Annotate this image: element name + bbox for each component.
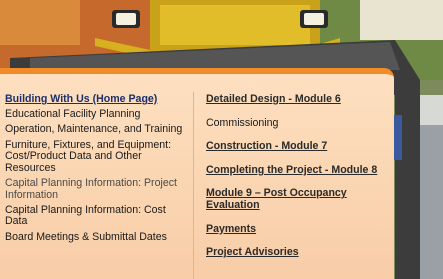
nav-link-project-advisories[interactable]: Project Advisories — [206, 247, 392, 259]
nav-link-detailed-design[interactable]: Detailed Design - Module 6 — [206, 93, 392, 106]
left-nav-column: Building With Us (Home Page) Educational… — [5, 93, 190, 247]
nav-link-furniture-fixtures-equipment[interactable]: Furniture, Fixtures, and Equipment: Cost… — [5, 139, 190, 175]
nav-link-commissioning[interactable]: Commissioning — [206, 117, 392, 130]
nav-link-construction[interactable]: Construction - Module 7 — [206, 141, 392, 153]
nav-link-board-meetings[interactable]: Board Meetings & Submittal Dates — [5, 231, 190, 244]
nav-link-completing-project[interactable]: Completing the Project - Module 8 — [206, 164, 392, 177]
nav-link-capital-planning-cost-data[interactable]: Capital Planning Information: Cost Data — [5, 204, 190, 228]
nav-link-operation-maintenance-training[interactable]: Operation, Maintenance, and Training — [5, 124, 190, 136]
column-divider — [193, 92, 194, 279]
nav-link-home[interactable]: Building With Us (Home Page) — [5, 93, 190, 106]
nav-link-payments[interactable]: Payments — [206, 223, 392, 236]
nav-link-capital-planning-project-info[interactable]: Capital Planning Information: Project In… — [5, 177, 190, 201]
nav-link-educational-facility-planning[interactable]: Educational Facility Planning — [5, 109, 190, 121]
navigation-panel: Building With Us (Home Page) Educational… — [0, 68, 394, 279]
right-nav-column: Detailed Design - Module 6 Commissioning… — [206, 93, 392, 271]
nav-link-post-occupancy-evaluation[interactable]: Module 9 – Post Occupancy Evaluation — [206, 188, 392, 211]
